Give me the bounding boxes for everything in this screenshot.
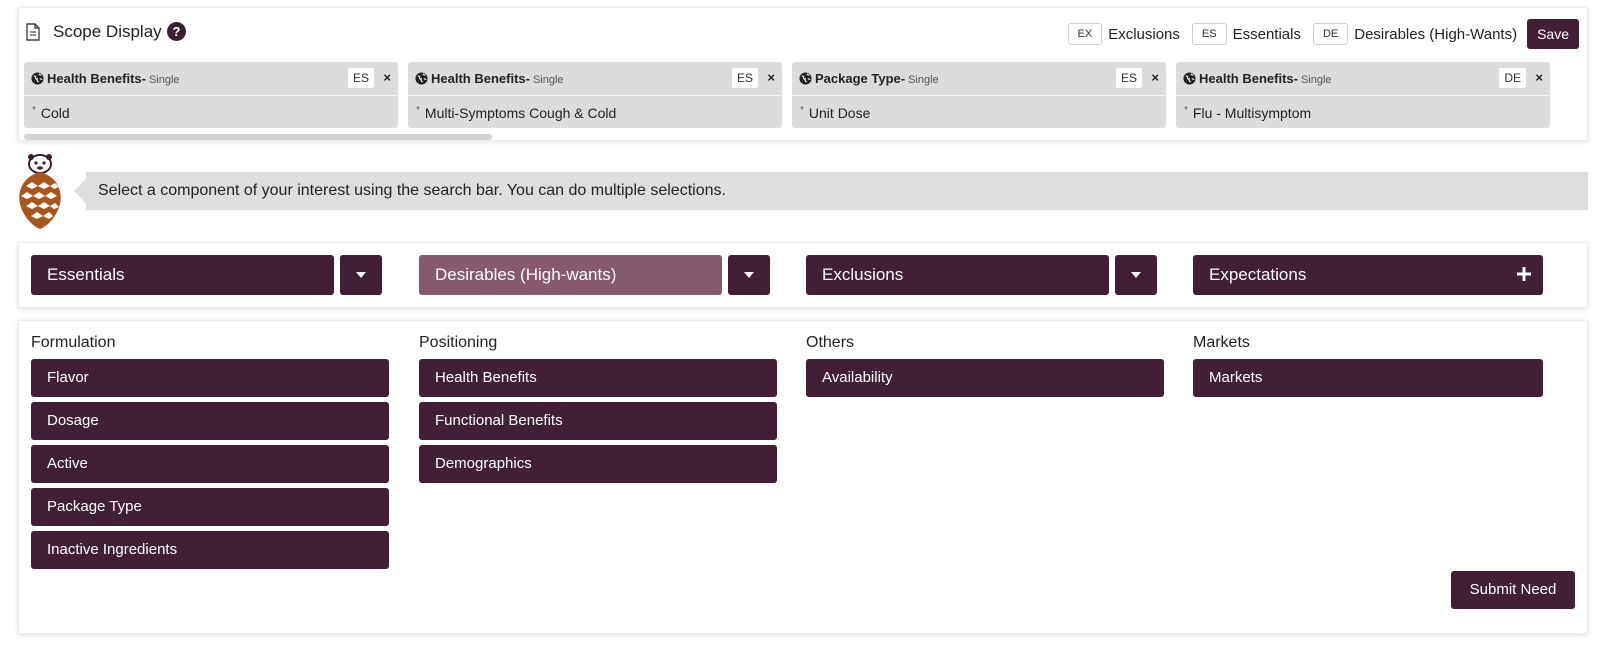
scope-legend: EX Exclusions ES Essentials DE Desirable…: [1067, 19, 1579, 49]
scrollbar-thumb[interactable]: [24, 134, 492, 140]
close-icon[interactable]: ×: [1535, 70, 1543, 85]
globe-icon: [1183, 72, 1196, 85]
caret-down-icon: [744, 272, 754, 278]
component-active[interactable]: Active: [31, 445, 389, 483]
chip-value: * Cold: [32, 105, 70, 121]
legend-badge-essentials: ES: [1191, 23, 1227, 45]
component-functional-benefits[interactable]: Functional Benefits: [419, 402, 777, 440]
legend-label-desirables: Desirables (High-Wants): [1354, 25, 1518, 43]
category-desirables[interactable]: Desirables (High-wants): [419, 255, 722, 295]
chip-title: Package Type- Single: [815, 71, 939, 86]
scope-display-panel: Scope Display ? EX Exclusions ES Essenti…: [18, 7, 1588, 141]
scope-chip-header: Health Benefits- Single DE ×: [1176, 62, 1550, 96]
desirables-dropdown-button[interactable]: [728, 255, 770, 295]
chip-title: Health Benefits- Single: [47, 71, 180, 86]
category-bar: Essentials Desirables (High-wants) Exclu…: [18, 242, 1588, 308]
chip-title: Health Benefits- Single: [1199, 71, 1332, 86]
essentials-dropdown-button[interactable]: [340, 255, 382, 295]
legend-badge-exclusions: EX: [1067, 23, 1103, 45]
chip-subtitle: Single: [148, 74, 180, 86]
group-title: Others: [806, 334, 855, 351]
legend-badge-desirables: DE: [1312, 23, 1349, 45]
question-circle-icon[interactable]: ?: [167, 22, 186, 41]
component-flavor[interactable]: Flavor: [31, 359, 389, 397]
group-formulation: Formulation Flavor Dosage Active Package…: [31, 333, 389, 574]
components-panel: Formulation Flavor Dosage Active Package…: [18, 320, 1588, 634]
category-expectations[interactable]: Expectations: [1193, 255, 1543, 295]
group-positioning: Positioning Health Benefits Functional B…: [419, 333, 777, 488]
component-package-type[interactable]: Package Type: [31, 488, 389, 526]
component-markets[interactable]: Markets: [1193, 359, 1543, 397]
category-expectations-label: Expectations: [1209, 265, 1307, 284]
close-icon[interactable]: ×: [1151, 70, 1159, 85]
globe-icon: [415, 72, 428, 85]
chip-type-badge[interactable]: ES: [731, 68, 758, 88]
pinecone-mascot-icon: [19, 154, 61, 229]
group-others: Others Availability: [806, 333, 1164, 402]
group-title: Formulation: [31, 334, 116, 351]
chip-subtitle: Single: [1300, 74, 1332, 86]
category-essentials[interactable]: Essentials: [31, 255, 334, 295]
document-icon: [26, 23, 40, 41]
scope-chip-header: Package Type- Single ES ×: [792, 62, 1166, 96]
scope-header: Scope Display ? EX Exclusions ES Essenti…: [19, 8, 1587, 58]
component-dosage[interactable]: Dosage: [31, 402, 389, 440]
component-availability[interactable]: Availability: [806, 359, 1164, 397]
chip-value: * Unit Dose: [800, 105, 871, 121]
component-demographics[interactable]: Demographics: [419, 445, 777, 483]
scope-title: Scope Display: [53, 22, 162, 41]
caret-down-icon: [356, 272, 366, 278]
chip-subtitle: Single: [532, 74, 564, 86]
horizontal-scrollbar[interactable]: [24, 134, 1584, 140]
chip-value: * Flu - Multisymptom: [1184, 105, 1312, 121]
globe-icon: [31, 72, 44, 85]
scope-chip: Health Benefits- Single DE × * Flu - Multi…: [1176, 62, 1550, 128]
scope-chip-header: Health Benefits- Single ES ×: [408, 62, 782, 96]
scope-chip-list: Health Benefits- Single ES × * Cold Health…: [24, 62, 1584, 128]
chip-type-badge[interactable]: ES: [347, 68, 374, 88]
submit-need-button[interactable]: Submit Need: [1451, 571, 1575, 609]
chip-title: Health Benefits- Single: [431, 71, 564, 86]
hint-message: Select a component of your interest usin…: [74, 172, 1588, 210]
save-button[interactable]: Save: [1527, 19, 1579, 49]
exclusions-dropdown-button[interactable]: [1115, 255, 1157, 295]
globe-icon: [799, 72, 812, 85]
group-title: Markets: [1193, 334, 1250, 351]
group-markets: Markets Markets: [1193, 333, 1543, 402]
scope-chip: Package Type- Single ES × * Unit Dose: [792, 62, 1166, 128]
caret-down-icon: [1131, 272, 1141, 278]
chip-type-badge[interactable]: DE: [1499, 68, 1526, 88]
legend-label-exclusions: Exclusions: [1108, 25, 1180, 43]
close-icon[interactable]: ×: [767, 70, 775, 85]
plus-icon[interactable]: [1517, 267, 1531, 281]
group-title: Positioning: [419, 334, 498, 351]
scope-chip: Health Benefits- Single ES × * Multi-Sympt…: [408, 62, 782, 128]
legend-label-essentials: Essentials: [1232, 25, 1301, 43]
chip-subtitle: Single: [908, 74, 939, 86]
chip-type-badge[interactable]: ES: [1115, 68, 1142, 88]
component-inactive-ingredients[interactable]: Inactive Ingredients: [31, 531, 389, 569]
scope-chip: Health Benefits- Single ES × * Cold: [24, 62, 398, 128]
component-health-benefits[interactable]: Health Benefits: [419, 359, 777, 397]
scope-chip-header: Health Benefits- Single ES ×: [24, 62, 398, 96]
category-exclusions[interactable]: Exclusions: [806, 255, 1109, 295]
close-icon[interactable]: ×: [383, 70, 391, 85]
chip-value: * Multi-Symptoms Cough & Cold: [416, 105, 617, 121]
